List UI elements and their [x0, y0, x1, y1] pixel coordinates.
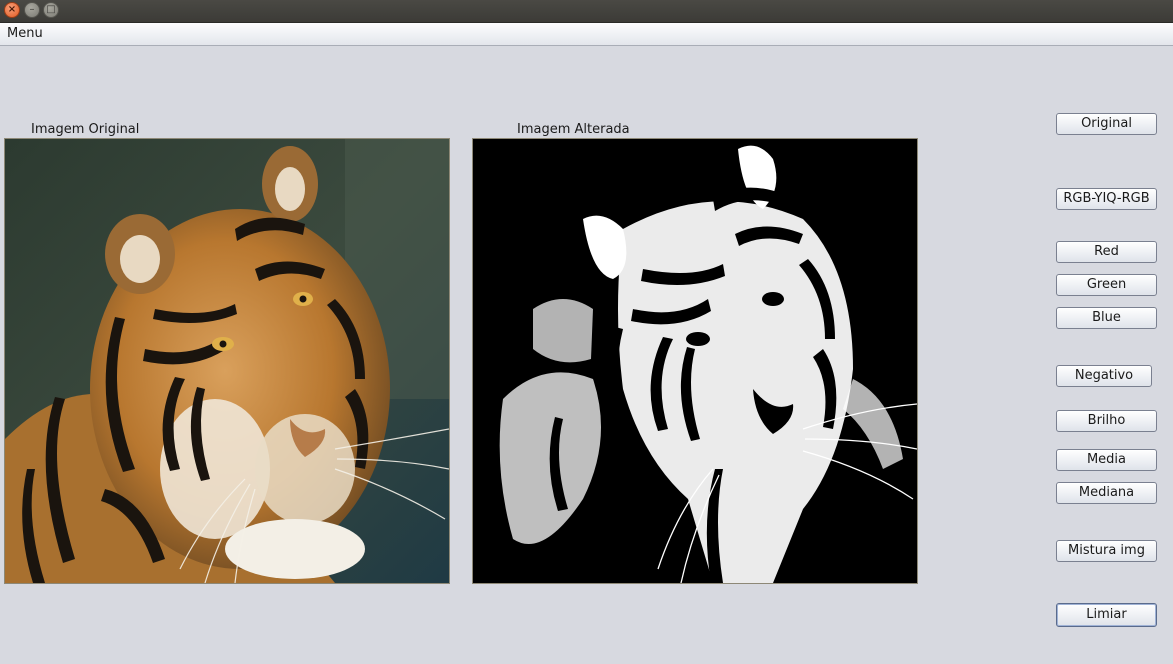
mediana-button[interactable]: Mediana [1056, 482, 1157, 504]
close-icon[interactable]: × [4, 2, 20, 18]
blue-button[interactable]: Blue [1056, 307, 1157, 329]
original-button[interactable]: Original [1056, 113, 1157, 135]
altered-image-label: Imagem Alterada [517, 122, 630, 137]
limiar-button[interactable]: Limiar [1056, 603, 1157, 627]
media-button[interactable]: Media [1056, 449, 1157, 471]
mistura-img-button[interactable]: Mistura img [1056, 540, 1157, 562]
menu-bar: Menu [0, 23, 1173, 46]
negativo-button[interactable]: Negativo [1056, 365, 1152, 387]
rgb-yiq-rgb-button[interactable]: RGB-YIQ-RGB [1056, 188, 1157, 210]
minimize-icon[interactable]: – [24, 2, 40, 18]
original-image [4, 138, 450, 584]
original-image-label: Imagem Original [31, 122, 140, 137]
altered-image [472, 138, 918, 584]
window-titlebar: × – □ [0, 0, 1173, 23]
green-button[interactable]: Green [1056, 274, 1157, 296]
menu-item-menu[interactable]: Menu [7, 26, 43, 41]
brilho-button[interactable]: Brilho [1056, 410, 1157, 432]
red-button[interactable]: Red [1056, 241, 1157, 263]
maximize-icon[interactable]: □ [43, 2, 59, 18]
